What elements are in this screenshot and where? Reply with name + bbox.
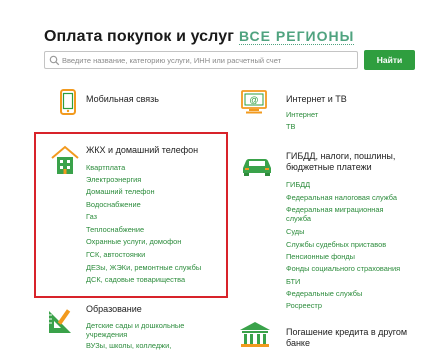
category-loan-title-line2[interactable]: банке xyxy=(286,338,310,349)
housing-link-3[interactable]: Водоснабжение xyxy=(86,200,141,209)
gibdd-link-8[interactable]: БТИ xyxy=(286,277,300,286)
housing-link-0[interactable]: Квартплата xyxy=(86,163,125,172)
internet-link-0[interactable]: Интернет xyxy=(286,110,318,119)
header: Оплата покупок и услуг ВСЕ РЕГИОНЫ xyxy=(44,28,355,46)
gibdd-link-3[interactable]: служба xyxy=(286,214,311,223)
housing-link-7[interactable]: ГСК, автостоянки xyxy=(86,250,145,259)
housing-link-1[interactable]: Электроэнергия xyxy=(86,175,141,184)
housing-link-9[interactable]: ДСК, садовые товарищества xyxy=(86,275,185,284)
gibdd-link-2[interactable]: Федеральная миграционная xyxy=(286,205,384,214)
category-education-title[interactable]: Образование xyxy=(86,304,142,315)
gibdd-link-6[interactable]: Пенсионные фонды xyxy=(286,252,355,261)
education-link-1[interactable]: учреждения xyxy=(86,330,127,339)
search-box xyxy=(44,51,358,69)
category-housing-title[interactable]: ЖКХ и домашний телефон xyxy=(86,145,198,156)
internet-tv-icon: @ xyxy=(241,90,267,114)
search-icon xyxy=(49,55,60,66)
housing-link-4[interactable]: Газ xyxy=(86,212,97,221)
ruler-icon xyxy=(49,309,71,333)
category-mobile-title[interactable]: Мобильная связь xyxy=(86,94,159,105)
bank-icon xyxy=(240,322,270,347)
gibdd-link-9[interactable]: Федеральные службы xyxy=(286,289,362,298)
house-icon xyxy=(51,145,79,174)
category-gibdd-title-line2[interactable]: бюджетные платежи xyxy=(286,162,372,173)
internet-link-1[interactable]: ТВ xyxy=(286,122,295,131)
housing-link-5[interactable]: Теплоснабжение xyxy=(86,225,144,234)
category-gibdd-title-line1[interactable]: ГИБДД, налоги, пошлины, xyxy=(286,151,395,162)
gibdd-link-4[interactable]: Суды xyxy=(286,227,304,236)
mobile-phone-icon xyxy=(60,89,76,115)
search-input[interactable] xyxy=(62,52,352,68)
housing-link-8[interactable]: ДЕЗы, ЖЭКи, ремонтные службы xyxy=(86,263,201,272)
housing-link-6[interactable]: Охранные услуги, домофон xyxy=(86,237,181,246)
housing-link-2[interactable]: Домашний телефон xyxy=(86,187,155,196)
gibdd-link-0[interactable]: ГИБДД xyxy=(286,180,310,189)
gibdd-link-1[interactable]: Федеральная налоговая служба xyxy=(286,193,397,202)
find-button[interactable]: Найти xyxy=(364,50,415,70)
gibdd-link-5[interactable]: Службы судебных приставов xyxy=(286,240,386,249)
all-regions-link[interactable]: ВСЕ РЕГИОНЫ xyxy=(238,28,355,45)
education-link-2[interactable]: ВУЗы, школы, колледжи, xyxy=(86,341,171,350)
car-icon xyxy=(243,159,271,176)
gibdd-link-10[interactable]: Росреестр xyxy=(286,301,322,310)
page-title: Оплата покупок и услуг xyxy=(44,28,234,45)
svg-text:@: @ xyxy=(249,95,258,105)
category-internet-title[interactable]: Интернет и ТВ xyxy=(286,94,347,105)
category-loan-title-line1[interactable]: Погашение кредита в другом xyxy=(286,327,407,338)
education-link-0[interactable]: Детские сады и дошкольные xyxy=(86,321,184,330)
gibdd-link-7[interactable]: Фонды социального страхования xyxy=(286,264,400,273)
